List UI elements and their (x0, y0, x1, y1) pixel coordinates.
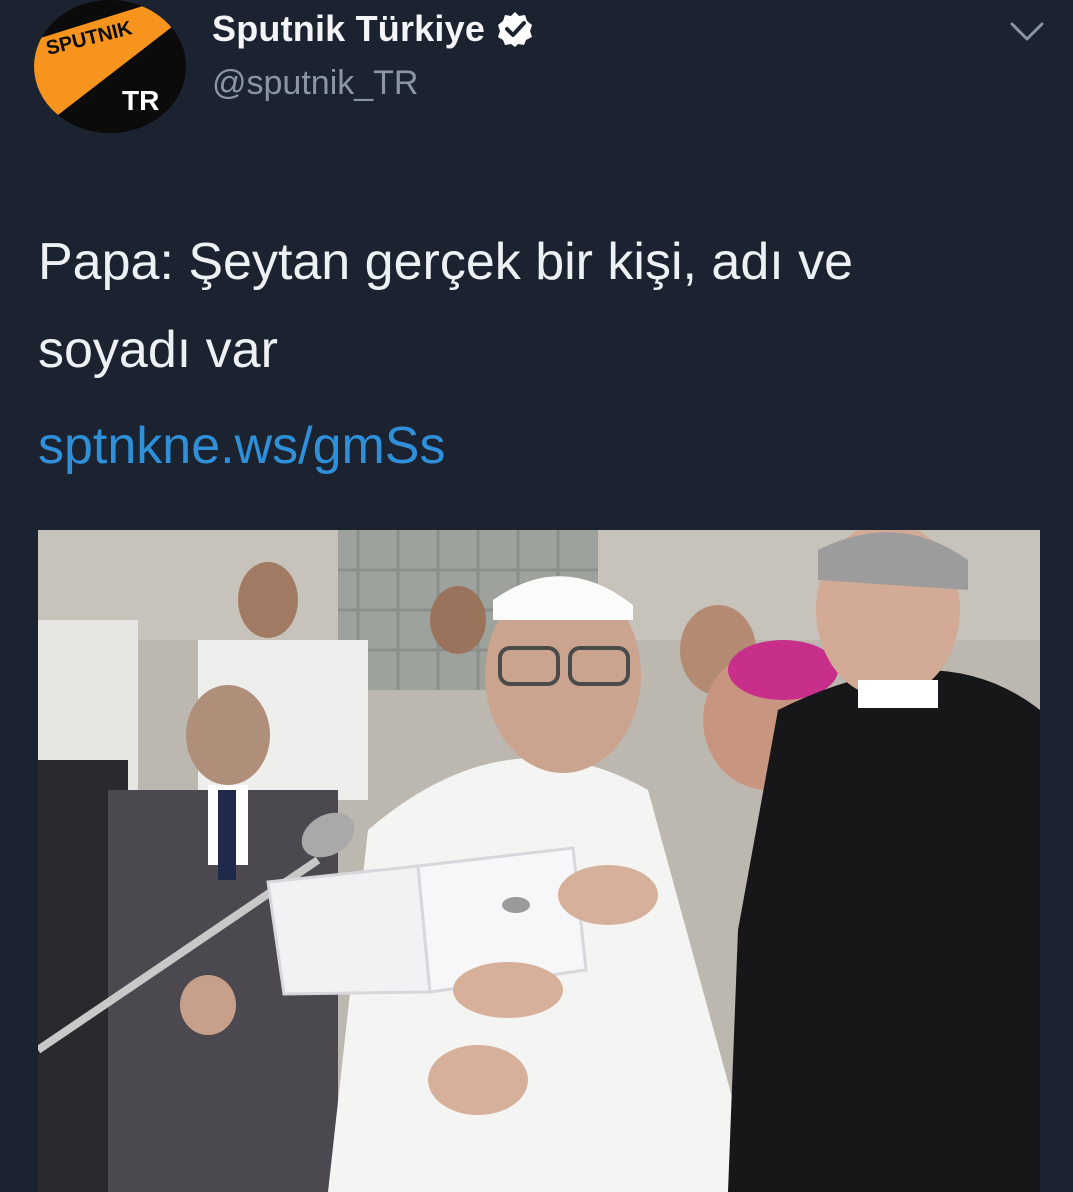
avatar-badge-text: TR (122, 85, 159, 116)
tweet-text-line-1: Papa: Şeytan gerçek bir kişi, adı ve (38, 233, 854, 291)
tweet-media-photo[interactable] (38, 530, 1040, 1192)
tweet-text: Papa: Şeytan gerçek bir kişi, adı ve soy… (38, 218, 1038, 394)
display-name[interactable]: Sputnik Türkiye (212, 8, 533, 50)
tweet-link[interactable]: sptnkne.ws/gmSs (38, 416, 446, 476)
user-handle[interactable]: @sputnik_TR (212, 64, 418, 103)
tweet-text-line-2: soyadı var (38, 321, 278, 379)
display-name-text: Sputnik Türkiye (212, 8, 486, 49)
avatar[interactable]: SPUTNIK TR (34, 0, 186, 133)
chevron-down-icon[interactable] (1008, 18, 1046, 46)
verified-badge-icon (497, 11, 533, 47)
tweet-card[interactable]: SPUTNIK TR Sputnik Türkiye @sputnik_TR P… (0, 0, 1073, 1192)
